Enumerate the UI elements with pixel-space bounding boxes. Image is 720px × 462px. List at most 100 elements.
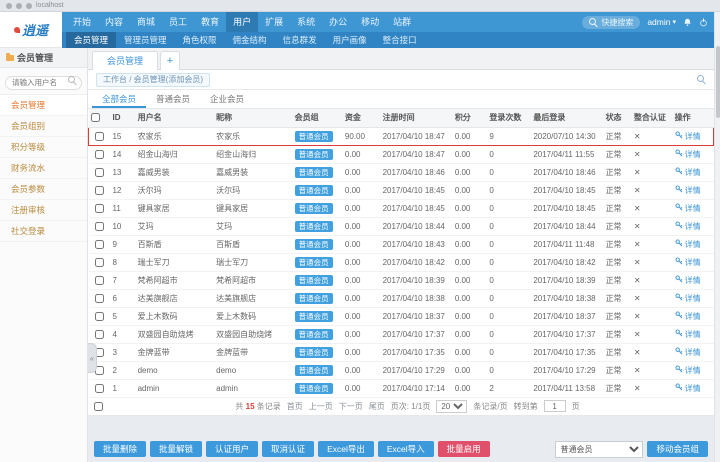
search-icon[interactable]: [697, 75, 706, 84]
detail-link[interactable]: 详情: [675, 149, 701, 160]
filter-tab-普通会员[interactable]: 普通会员: [146, 90, 200, 108]
nav-item-商城[interactable]: 商城: [130, 12, 162, 32]
nav-item-扩展[interactable]: 扩展: [258, 12, 290, 32]
row-checkbox[interactable]: [94, 383, 104, 393]
row-checkbox[interactable]: [94, 311, 104, 321]
pagination-link-首页[interactable]: 首页: [287, 401, 303, 412]
detail-link[interactable]: 详情: [675, 311, 701, 322]
action-bar: 批量删除 批量解锁 认证用户 取消认证 Excel导出 Excel导入 批量启用 普通会员 …: [88, 436, 714, 462]
browser-refresh-button[interactable]: [26, 2, 32, 9]
sidebar-item-会员组别[interactable]: 会员组别: [0, 116, 87, 137]
member-group-select[interactable]: 普通会员: [555, 440, 644, 458]
detail-link[interactable]: 详情: [675, 239, 701, 250]
pagination-link-尾页[interactable]: 尾页: [369, 401, 385, 412]
sidebar-item-社交登录[interactable]: 社交登录: [0, 221, 87, 242]
cell-registered: 2017/04/10 17:14: [380, 379, 453, 398]
sidebar-item-积分等级[interactable]: 积分等级: [0, 137, 87, 158]
member-group-badge: 普通会员: [294, 364, 333, 376]
select-all-footer-checkbox[interactable]: [94, 401, 103, 411]
pagination-link-上一页[interactable]: 上一页: [309, 401, 333, 412]
browser-forward-button[interactable]: [16, 2, 22, 9]
row-checkbox[interactable]: [94, 257, 104, 267]
action-button-Excel导入[interactable]: Excel导入: [377, 440, 434, 458]
detail-link[interactable]: 详情: [675, 221, 701, 232]
detail-link[interactable]: 详情: [675, 365, 701, 376]
row-checkbox[interactable]: [94, 149, 104, 159]
nav-item-员工[interactable]: 员工: [162, 12, 194, 32]
power-icon[interactable]: [699, 17, 708, 27]
detail-link[interactable]: 详情: [675, 383, 701, 394]
cell-auth: ✕: [631, 181, 673, 200]
row-checkbox[interactable]: [94, 203, 104, 213]
sidebar-item-会员管理[interactable]: 会员管理: [0, 95, 87, 116]
cell-money: 0.00: [342, 145, 381, 164]
search-icon: [68, 76, 77, 85]
sidebar-item-注册审核[interactable]: 注册审核: [0, 200, 87, 221]
cell-registered: 2017/04/10 18:45: [380, 181, 453, 200]
subnav-item-角色权限[interactable]: 角色权限: [175, 32, 225, 48]
nav-item-站群[interactable]: 站群: [386, 12, 418, 32]
nav-item-内容[interactable]: 内容: [98, 12, 130, 32]
cell-status: 正常: [603, 271, 632, 290]
quick-search[interactable]: 快捷搜索: [582, 15, 641, 29]
subnav-item-佣金结构[interactable]: 佣金结构: [225, 32, 275, 48]
subnav-item-会员管理[interactable]: 会员管理: [66, 32, 117, 48]
action-button-认证用户[interactable]: 认证用户: [206, 440, 259, 458]
row-checkbox[interactable]: [94, 167, 104, 177]
subnav-item-用户画像[interactable]: 用户画像: [325, 32, 375, 48]
filter-tab-全部会员[interactable]: 全部会员: [92, 90, 146, 108]
row-checkbox[interactable]: [94, 329, 104, 339]
subnav-item-管理员管理[interactable]: 管理员管理: [116, 32, 175, 48]
sidebar-collapse-handle[interactable]: «: [88, 343, 97, 373]
subnav-item-信息群发[interactable]: 信息群发: [275, 32, 325, 48]
cell-points: 0.00: [452, 126, 488, 146]
browser-url[interactable]: localhost: [36, 0, 64, 12]
sidebar-item-财务流水[interactable]: 财务流水: [0, 158, 87, 179]
detail-link[interactable]: 详情: [675, 329, 701, 340]
cell-logins: 2: [487, 379, 532, 398]
detail-link[interactable]: 详情: [675, 275, 701, 286]
cell-checkbox: [88, 307, 111, 326]
pagination-link-下一页[interactable]: 下一页: [339, 401, 363, 412]
detail-link[interactable]: 详情: [675, 257, 701, 268]
nav-item-用户[interactable]: 用户: [226, 12, 259, 32]
row-checkbox[interactable]: [94, 185, 104, 195]
browser-back-button[interactable]: [6, 2, 12, 9]
subnav-item-整合接口[interactable]: 整合接口: [375, 32, 425, 48]
detail-link[interactable]: 详情: [675, 131, 701, 142]
select-all-checkbox[interactable]: [90, 113, 100, 123]
action-button-批量删除[interactable]: 批量删除: [94, 440, 147, 458]
action-button-Excel导出[interactable]: Excel导出: [318, 440, 374, 458]
nav-item-移动[interactable]: 移动: [354, 12, 386, 32]
tab-member-management[interactable]: 会员管理: [92, 51, 159, 70]
row-checkbox[interactable]: [94, 293, 104, 303]
filter-tab-企业会员[interactable]: 企业会员: [200, 90, 254, 108]
row-checkbox[interactable]: [94, 275, 104, 285]
nav-item-教育[interactable]: 教育: [194, 12, 226, 32]
detail-link[interactable]: 详情: [675, 167, 701, 178]
detail-link[interactable]: 详情: [675, 185, 701, 196]
nav-item-开始[interactable]: 开始: [66, 12, 98, 32]
scrollbar-thumb[interactable]: [716, 46, 720, 118]
cell-action: 详情: [672, 379, 714, 398]
detail-link[interactable]: 详情: [675, 347, 701, 358]
detail-link[interactable]: 详情: [675, 203, 701, 214]
action-button-批量启用[interactable]: 批量启用: [437, 440, 490, 458]
scrollbar[interactable]: [714, 12, 720, 462]
bell-icon[interactable]: [683, 18, 692, 27]
per-page-select[interactable]: 20: [436, 399, 468, 413]
user-menu[interactable]: admin ▾: [647, 17, 676, 27]
nav-item-办公[interactable]: 办公: [322, 12, 354, 32]
goto-page-input[interactable]: [543, 400, 566, 412]
row-checkbox[interactable]: [94, 221, 104, 231]
action-button-取消认证[interactable]: 取消认证: [262, 440, 315, 458]
sidebar-item-会员参数[interactable]: 会员参数: [0, 179, 87, 200]
add-tab-button[interactable]: +: [160, 51, 181, 70]
cell-points: 0.00: [452, 199, 488, 218]
nav-item-系统[interactable]: 系统: [290, 12, 322, 32]
move-group-button[interactable]: 移动会员组: [647, 440, 708, 458]
detail-link[interactable]: 详情: [675, 293, 701, 304]
action-button-批量解锁[interactable]: 批量解锁: [150, 440, 203, 458]
row-checkbox[interactable]: [94, 239, 104, 249]
row-checkbox[interactable]: [95, 131, 105, 141]
